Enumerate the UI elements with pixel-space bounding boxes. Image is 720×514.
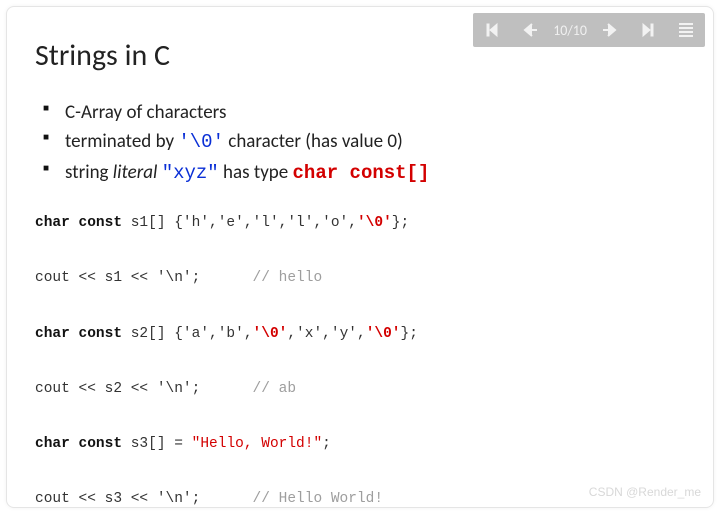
prev-button[interactable] [511,13,549,47]
code-text: cout << s2 << '\n'; [35,381,253,397]
code-keyword: char const [35,215,122,231]
menu-button[interactable] [667,13,705,47]
code-inline: "xyz" [162,162,219,184]
bullet-list: C-Array of characters terminated by '\0'… [43,98,685,188]
code-comment: // Hello World! [253,491,384,507]
bullet-item: C-Array of characters [43,98,685,127]
code-inline: '\0' [178,131,224,153]
first-button[interactable] [473,13,511,47]
code-text: cout << s1 << '\n'; [35,270,253,286]
code-type: char const[] [293,162,430,184]
code-text: ; [322,436,331,452]
code-text: }; [392,215,409,231]
code-text: ,'x','y', [287,326,365,342]
bullet-text: has type [219,161,293,184]
code-comment: // hello [253,270,323,286]
code-text: }; [401,326,418,342]
code-escape: '\0' [366,326,401,342]
code-text: cout << s3 << '\n'; [35,491,253,507]
code-escape: '\0' [357,215,392,231]
code-keyword: char const [35,326,122,342]
code-block: char const s1[] {'h','e','l','l','o','\0… [35,210,685,508]
code-text: s3[] = [122,436,192,452]
code-escape: '\0' [253,326,288,342]
bullet-text: C-Array of characters [65,101,226,124]
code-text: s1[] {'h','e','l','l','o', [122,215,357,231]
slide-frame: 10/10 Strings in C C-Array of characters… [6,6,714,508]
bullet-text-italic: literal [113,161,158,184]
code-keyword: char const [35,436,122,452]
last-button[interactable] [629,13,667,47]
code-comment: // ab [253,381,297,397]
watermark: CSDN @Render_me [589,485,701,499]
bullet-item: string literal "xyz" has type char const… [43,158,685,188]
bullet-text: string [65,161,113,184]
bullet-item: terminated by '\0' character (has value … [43,127,685,157]
code-text: s2[] {'a','b', [122,326,253,342]
next-button[interactable] [591,13,629,47]
bullet-text: character (has value 0) [224,130,403,153]
bullet-text: terminated by [65,130,178,153]
code-string: "Hello, World!" [192,436,323,452]
nav-toolbar: 10/10 [473,13,705,47]
page-indicator: 10/10 [549,22,591,39]
